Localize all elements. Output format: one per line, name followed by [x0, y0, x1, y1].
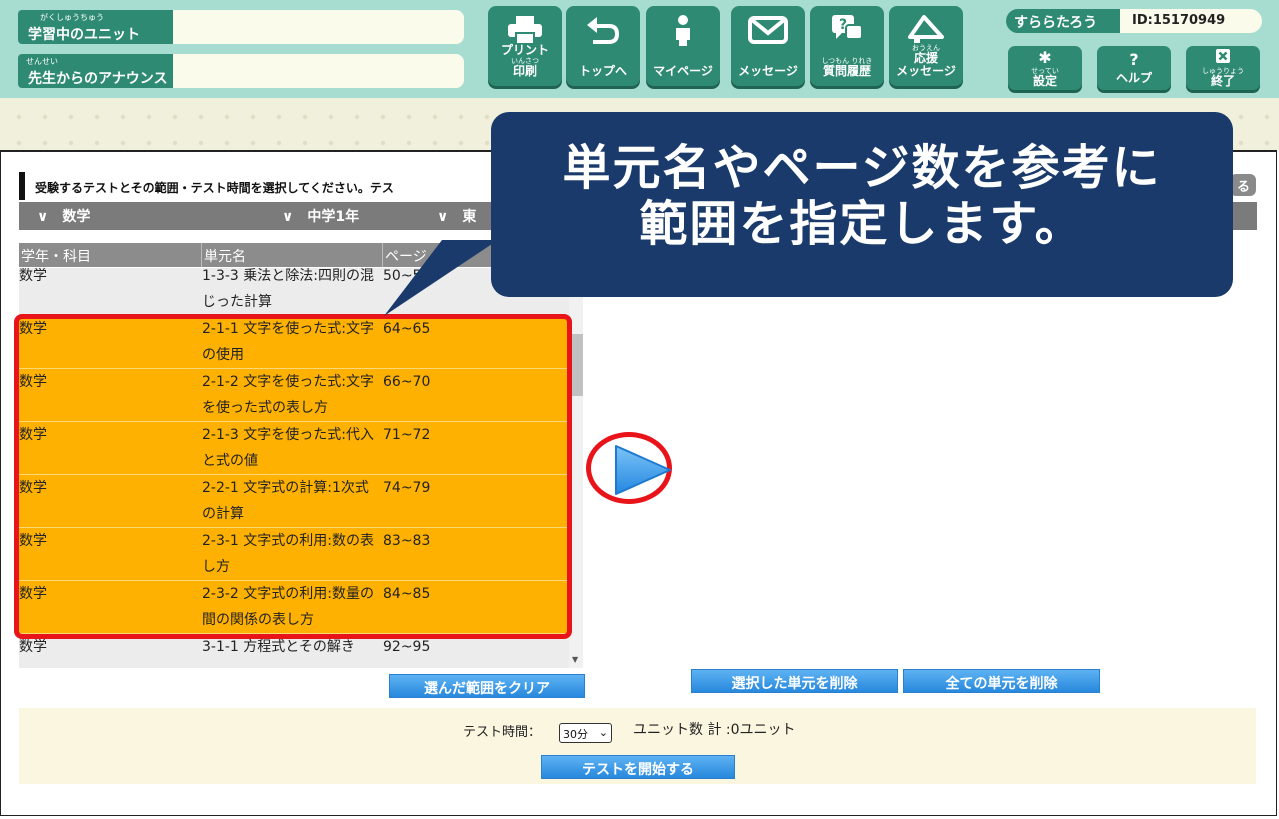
announce-text: 先生からのアナウンス [28, 71, 168, 87]
clear-range-button[interactable]: 選んだ範囲をクリア [389, 674, 585, 698]
row-subject: 数学 [19, 268, 47, 284]
cheer-message-button[interactable]: おうえん 応援 メッセージ [889, 6, 963, 86]
right-pill-button[interactable]: る [1230, 174, 1256, 196]
print-button[interactable]: プリント いんさつ 印刷 [488, 6, 562, 86]
message-label: メッセージ [738, 64, 798, 78]
announce-row: せんせい 先生からのアナウンス [18, 54, 464, 88]
question-history-button[interactable]: ? しつもん りれき 質問履歴 [810, 6, 884, 86]
cheer-label2: メッセージ [896, 64, 956, 78]
callout-line-1: 単元名やページ数を参考に [562, 140, 1162, 196]
print-label2: 印刷 [512, 64, 537, 78]
add-arrow-icon[interactable] [612, 442, 674, 502]
learning-unit-text: 学習中のユニット [28, 27, 140, 43]
delete-selected-button[interactable]: 選択した単元を削除 [691, 669, 898, 693]
column-divider [201, 243, 202, 267]
filter-textbook[interactable]: ∨ 東 [437, 206, 476, 226]
chevron-down-icon: ⌄ [598, 726, 608, 739]
announce-label: せんせい 先生からのアナウンス [18, 54, 173, 88]
help-button[interactable]: ? ヘルプ [1097, 46, 1171, 90]
person-icon [646, 12, 720, 48]
filter-subject[interactable]: ∨ 数学 [37, 206, 90, 226]
announce-value [173, 54, 464, 88]
gear-icon: ✱ [1038, 48, 1052, 67]
delete-all-button[interactable]: 全ての単元を削除 [903, 669, 1100, 693]
return-arrow-icon [566, 12, 640, 48]
unit-count: ユニット数 計 :0ユニット [633, 722, 796, 738]
settings-button[interactable]: ✱ せってい 設定 [1008, 46, 1082, 90]
callout-text: 単元名やページ数を参考に 範囲を指定します。 [491, 140, 1233, 252]
chevron-down-icon: ∨ [37, 209, 49, 225]
question-bubble-icon: ? [810, 12, 884, 48]
question-mark-icon: ? [1129, 50, 1139, 69]
callout-tail [384, 240, 498, 316]
exit-button[interactable]: しゅうりょう 終了 [1186, 46, 1260, 90]
user-bar: すららたろう ID:15170949 [1006, 9, 1262, 33]
message-button[interactable]: メッセージ [731, 6, 805, 86]
filter-grade[interactable]: ∨ 中学1年 [282, 206, 359, 226]
chevron-down-icon: ∨ [282, 209, 294, 225]
help-label: ヘルプ [1115, 71, 1152, 85]
learning-unit-ruby: がくしゅうちゅう [40, 13, 104, 22]
row-unit: 1-3-3 乗法と除法:四則の混じった計算 [202, 268, 374, 310]
column-subject: 学年・科目 [21, 249, 91, 265]
learning-unit-value [173, 10, 464, 44]
settings-label: 設定 [1032, 74, 1057, 88]
highlight-frame [14, 314, 572, 639]
mypage-label: マイページ [653, 64, 713, 78]
exit-label: 終了 [1210, 74, 1235, 88]
print-label: プリント [500, 43, 549, 57]
filter-subject-label: 数学 [62, 209, 91, 225]
test-time-label: テスト時間： [463, 725, 542, 740]
test-time-value: 30分 [563, 728, 588, 741]
learning-unit-row: がくしゅうちゅう 学習中のユニット [18, 10, 464, 44]
close-box-icon [1186, 48, 1260, 66]
cheer-label: 応援 [913, 51, 938, 65]
test-time-select[interactable]: 30分 ⌄ [559, 723, 612, 743]
learning-unit-label: がくしゅうちゅう 学習中のユニット [18, 10, 173, 44]
table-row[interactable]: 数学 3-1-1 方程式とその解き 92~95 [19, 634, 569, 668]
mypage-button[interactable]: マイページ [646, 6, 720, 86]
top-label: トップへ [578, 64, 627, 78]
announce-ruby: せんせい [26, 57, 58, 66]
user-id: ID:15170949 [1120, 9, 1262, 33]
user-name: すららたろう [1006, 9, 1120, 33]
start-test-button[interactable]: テストを開始する [541, 755, 735, 779]
megaphone-icon [889, 12, 963, 48]
callout-line-2: 範囲を指定します。 [639, 196, 1085, 252]
filter-grade-label: 中学1年 [307, 209, 360, 225]
header-bar: がくしゅうちゅう 学習中のユニット せんせい 先生からのアナウンス プリント いん… [0, 0, 1279, 98]
column-unit: 単元名 [204, 249, 246, 265]
chevron-down-icon: ∨ [437, 209, 449, 225]
top-button[interactable]: トップへ [566, 6, 640, 86]
question-history-label: 質問履歴 [822, 64, 871, 78]
envelope-icon [731, 12, 805, 48]
filter-textbook-label: 東 [462, 209, 477, 225]
scroll-down-icon[interactable]: ▼ [572, 655, 578, 664]
